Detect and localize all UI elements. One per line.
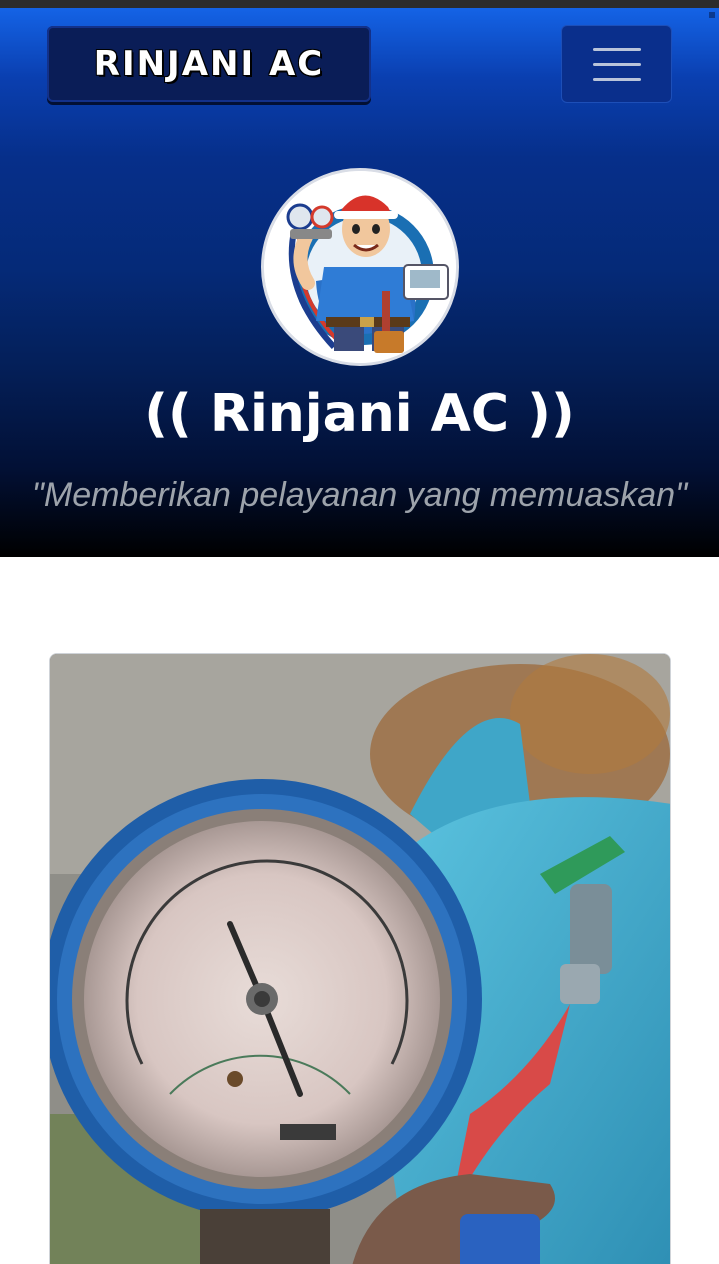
hero-header: RINJANI AC ((Rinjani AC)) "Memberikan … [0, 8, 719, 557]
pressure-gauge-freon-tank-photo [50, 654, 670, 1264]
service-photo-card [49, 653, 671, 1264]
navbar-brand[interactable]: RINJANI AC [47, 26, 371, 102]
brand-label: RINJANI AC [93, 44, 325, 84]
status-indicator [709, 12, 715, 18]
ac-technician-mascot-icon [264, 171, 456, 363]
status-strip [0, 0, 719, 8]
menu-toggle-button[interactable] [561, 25, 672, 103]
site-title: (( Rinjani AC )) [144, 384, 575, 444]
hamburger-menu-icon [592, 48, 641, 81]
logo-avatar [261, 168, 459, 366]
site-tagline: "Memberikan pelayanan yang memuaskan" [31, 476, 688, 514]
